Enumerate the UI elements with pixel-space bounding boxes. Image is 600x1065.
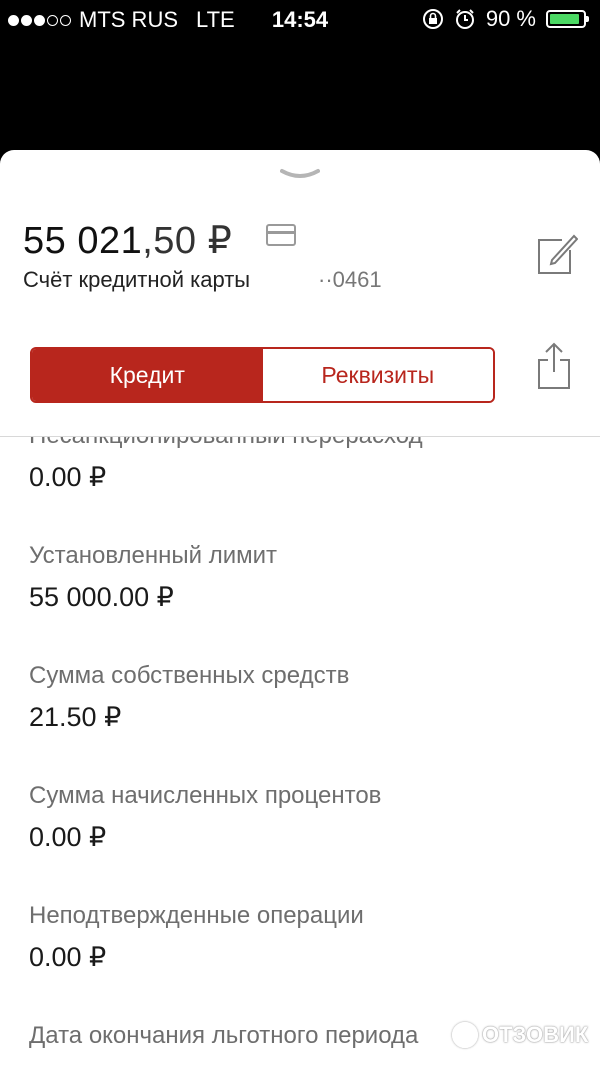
credit-details-list: Несанкционированный перерасход 0.00 ₽ Ус…	[0, 437, 600, 1065]
detail-value: 55 000.00 ₽	[29, 582, 174, 612]
detail-label: Несанкционированный перерасход	[29, 437, 423, 450]
tab-requisites[interactable]: Реквизиты	[262, 349, 493, 401]
credit-card-icon	[266, 224, 296, 246]
list-item: Установленный лимит 55 000.00 ₽	[29, 542, 277, 613]
detail-label: Установленный лимит	[29, 542, 278, 569]
share-icon[interactable]	[536, 342, 572, 390]
balance-fraction: ,50 ₽	[142, 220, 233, 262]
account-number: ··0461	[318, 267, 382, 292]
list-item: Сумма собственных средств 21.50 ₽	[29, 662, 349, 733]
list-item: Сумма начисленных процентов 0.00 ₽	[29, 782, 381, 853]
account-balance: 55 021,50 ₽	[23, 218, 232, 263]
detail-label: Сумма собственных средств	[29, 662, 350, 689]
alarm-icon	[455, 9, 474, 29]
account-sheet: 55 021,50 ₽ Счёт кредитной карты ··0461 …	[0, 150, 600, 1065]
detail-value: 0.00 ₽	[29, 462, 107, 492]
tab-bar: Кредит Реквизиты	[30, 347, 495, 403]
balance-integer: 55 021	[23, 220, 143, 262]
detail-label: Дата окончания льготного периода	[29, 1022, 419, 1049]
list-item: Дата окончания льготного периода	[29, 1022, 418, 1062]
detail-value: 0.00 ₽	[29, 822, 107, 852]
tab-credit[interactable]: Кредит	[32, 349, 263, 401]
detail-value: 21.50 ₽	[29, 702, 122, 732]
battery-percent: 90 %	[485, 6, 536, 31]
detail-label: Сумма начисленных процентов	[29, 782, 382, 809]
detail-value: 0.00 ₽	[29, 942, 107, 972]
chevron-down-icon[interactable]	[280, 168, 320, 182]
status-icons: 90 %	[422, 6, 589, 32]
status-bar: MTS RUS LTE 14:54 90 %	[0, 0, 600, 40]
battery-icon	[546, 10, 589, 28]
edit-icon[interactable]	[536, 232, 578, 276]
list-item: Неподтвержденные операции 0.00 ₽	[29, 902, 364, 973]
watermark-logo: ОТЗОВИК	[452, 1022, 588, 1048]
watermark-text: ОТЗОВИК	[482, 1022, 589, 1047]
detail-label: Неподтвержденные операции	[29, 902, 364, 929]
account-name: Счёт кредитной карты	[23, 267, 251, 292]
list-item: Несанкционированный перерасход 0.00 ₽	[29, 437, 423, 493]
rotation-lock-icon	[422, 9, 443, 29]
watermark-circle-icon	[452, 1022, 478, 1048]
